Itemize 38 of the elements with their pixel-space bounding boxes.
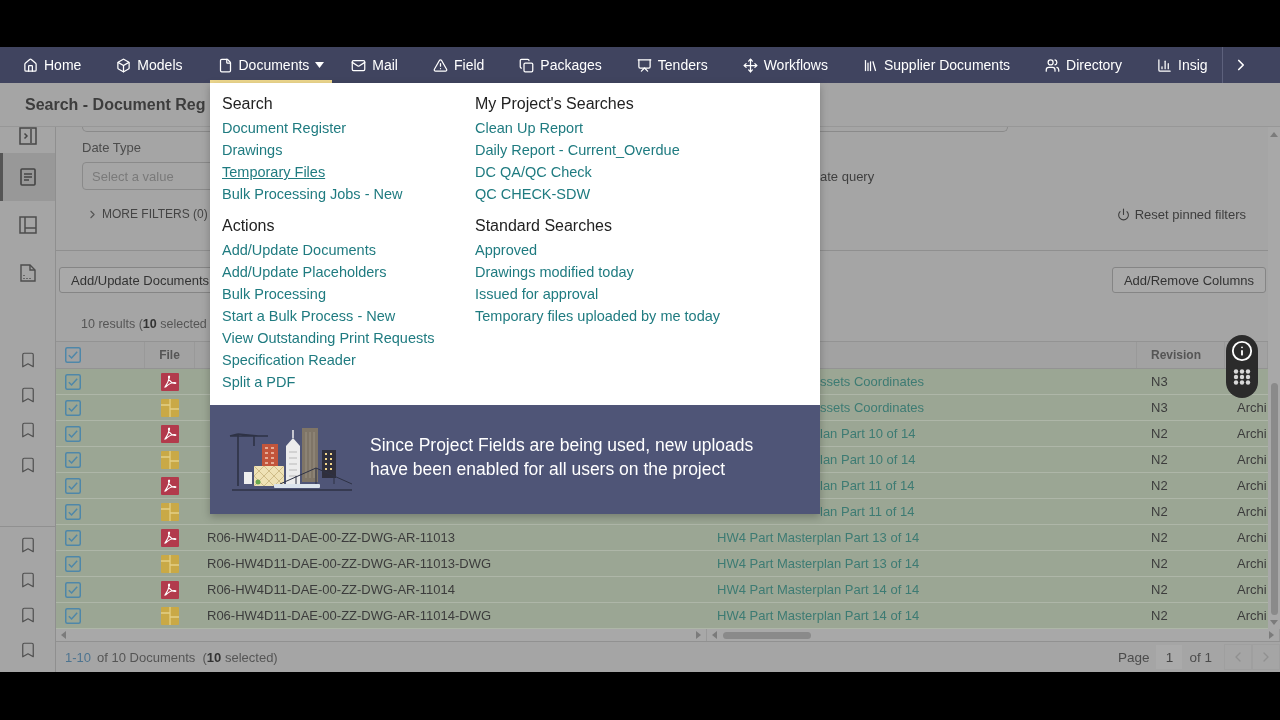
menu-heading: Search <box>222 94 273 114</box>
table-cell: Archi <box>1237 530 1267 545</box>
field-label: Date Type <box>82 141 142 155</box>
menu-heading: My Project's Searches <box>475 94 634 114</box>
results-summary: 10 results (10 selected <box>81 316 207 332</box>
table-cell: R06-HW4D11-DAE-00-ZZ-DWG-AR-11013 <box>207 530 455 545</box>
page-title: Search - Document Reg <box>25 95 206 114</box>
table-cell: Archi <box>1237 452 1267 467</box>
menu-heading: Standard Searches <box>475 216 612 236</box>
table-cell: N3 <box>1151 374 1168 389</box>
table-cell: N3 <box>1151 400 1168 415</box>
table-cell: N2 <box>1151 504 1168 519</box>
table-cell: R06-HW4D11-DAE-00-ZZ-DWG-AR-11013-DWG <box>207 556 492 571</box>
query-text: ate query <box>820 168 875 184</box>
table-cell: N2 <box>1151 530 1168 545</box>
table-cell: N2 <box>1151 426 1168 441</box>
banner-message: Since Project Fields are being used, new uploads have been enabled for all users on the project <box>370 433 755 481</box>
range-text: 1-10 <box>65 649 92 665</box>
page-label: Page <box>1117 649 1150 665</box>
table-cell: Archi <box>1237 608 1267 623</box>
table-cell: Archi <box>1237 400 1267 415</box>
table-cell: R06-HW4D11-DAE-00-ZZ-DWG-AR-11014 <box>207 582 455 597</box>
menu-heading: Actions <box>222 216 275 236</box>
table-cell: Archi <box>1237 556 1267 571</box>
table-cell: R06-HW4D11-DAE-00-ZZ-DWG-AR-11014-DWG <box>207 608 492 623</box>
documents-count-text: of 10 Documents (10 selected) <box>97 649 278 665</box>
table-cell: N2 <box>1151 582 1168 597</box>
table-cell: N2 <box>1151 478 1168 493</box>
table-cell: Archi <box>1237 478 1267 493</box>
column-header: File <box>159 348 180 362</box>
table-cell: Archi <box>1237 582 1267 597</box>
table-cell: N2 <box>1151 452 1168 467</box>
column-header: Revision <box>1151 348 1201 362</box>
table-cell: Archi <box>1237 426 1267 441</box>
table-cell: Archi <box>1237 504 1267 519</box>
page-total-text: of 1 <box>1189 649 1212 665</box>
table-cell: N2 <box>1151 608 1168 623</box>
table-cell: N2 <box>1151 556 1168 571</box>
